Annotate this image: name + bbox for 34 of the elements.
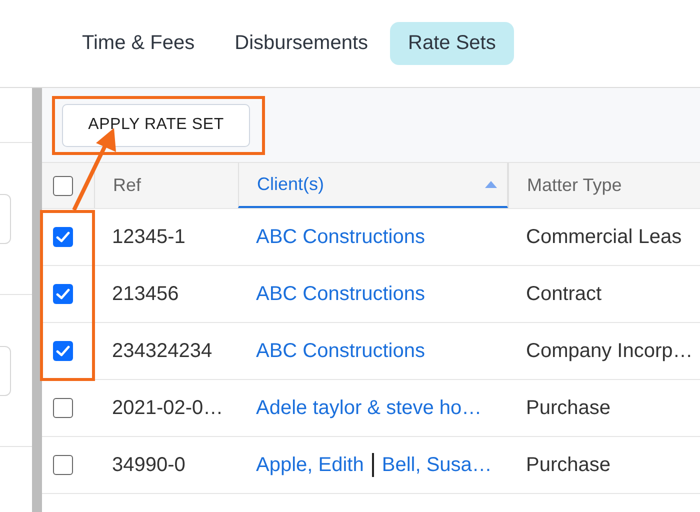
client-link[interactable]: ABC Constructions [256, 340, 425, 362]
client-link[interactable]: Apple, Edith [256, 454, 364, 476]
table-cell-text: Purchase [525, 396, 612, 420]
apply-rate-set-button[interactable]: APPLY RATE SET [62, 104, 250, 146]
client-link[interactable]: ABC Constructions [256, 226, 425, 248]
table-cell-text: Company Incorp… [525, 338, 694, 364]
tab[interactable]: Time & Fees [64, 22, 213, 65]
column-header[interactable]: Matter Type [508, 163, 700, 208]
checkmark-icon [56, 231, 70, 243]
table-cell-text: 12345-1 [111, 224, 186, 250]
client-link[interactable]: Bell, Susa… [382, 454, 492, 476]
tab[interactable]: Rate Sets [390, 22, 514, 65]
client-link[interactable]: ABC Constructions [256, 282, 425, 306]
checkbox[interactable] [53, 176, 73, 196]
checkbox[interactable] [53, 284, 73, 304]
checkbox[interactable] [53, 341, 73, 361]
input-field[interactable] [0, 194, 11, 244]
checkbox[interactable] [53, 455, 73, 475]
table-cell-text: Purchase [525, 452, 612, 478]
table-cell-text: Contract [525, 282, 603, 306]
checkmark-icon [56, 345, 70, 357]
input-field[interactable] [0, 346, 11, 396]
checkbox[interactable] [53, 227, 73, 247]
table-cell-text: 34990-0 [111, 452, 186, 478]
tab[interactable]: Disbursements [216, 22, 386, 65]
table-cell-text: 2021-02-0… [111, 396, 224, 420]
client-link[interactable]: Adele taylor & steve ho… [256, 396, 482, 420]
column-header[interactable]: Ref [94, 163, 238, 208]
sort-ascending-icon [485, 181, 497, 188]
table-cell-text: 234324234 [111, 338, 214, 364]
table-cell-text: Commercial Leas [525, 224, 683, 250]
table-cell-text: 213456 [111, 282, 180, 306]
checkmark-icon [56, 288, 70, 300]
checkbox[interactable] [53, 398, 73, 418]
